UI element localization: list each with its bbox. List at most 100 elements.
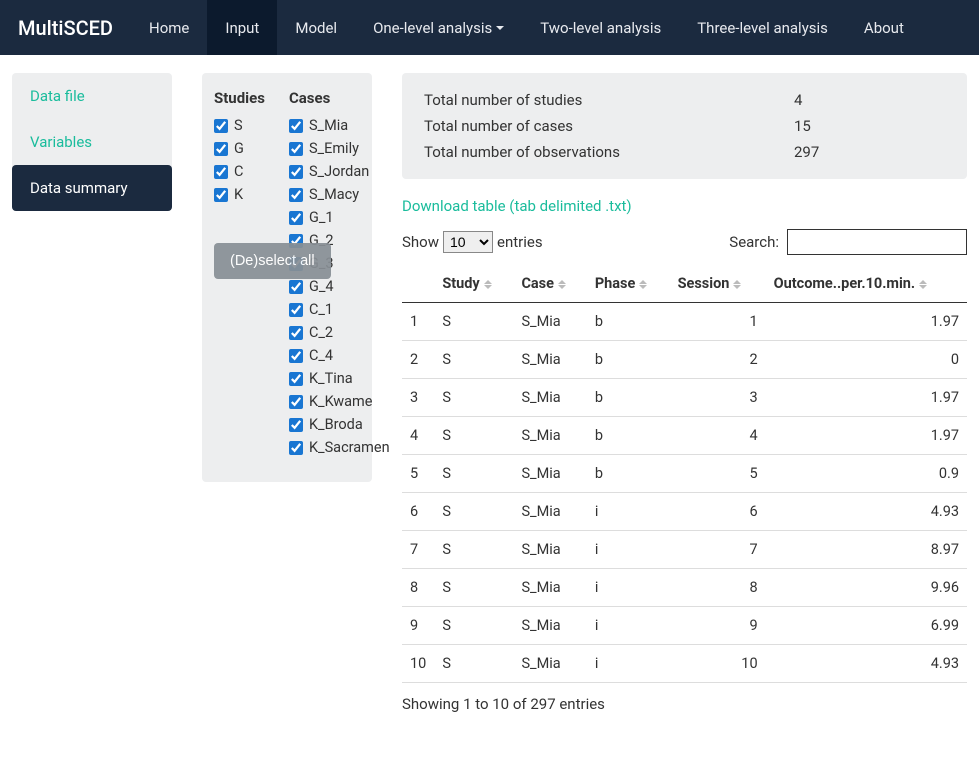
table-controls: Show 102550100 entries Search: <box>402 229 967 255</box>
case-checkbox-K_Tina[interactable]: K_Tina <box>289 370 390 387</box>
caret-icon <box>496 26 504 30</box>
study-label: K <box>234 186 243 203</box>
case-checkbox-input-K_Tina[interactable] <box>289 372 303 386</box>
nav-item-one-level-analysis[interactable]: One-level analysis <box>355 0 522 55</box>
brand: MultiSCED <box>0 0 131 55</box>
cell: i <box>587 493 670 531</box>
summary-value: 297 <box>794 143 819 161</box>
case-checkbox-C_2[interactable]: C_2 <box>289 324 390 341</box>
table-row: 5SS_Miab50.9 <box>402 455 967 493</box>
cell: 8 <box>402 569 434 607</box>
search-label: Search: <box>729 233 779 251</box>
cell: S_Mia <box>513 607 586 645</box>
column-header-study[interactable]: Study <box>434 265 513 303</box>
cell: 4.93 <box>766 493 967 531</box>
column-header-case[interactable]: Case <box>513 265 586 303</box>
case-checkbox-input-K_Kwame[interactable] <box>289 395 303 409</box>
case-checkbox-input-S_Emily[interactable] <box>289 142 303 156</box>
study-checkbox-input-K[interactable] <box>214 188 228 202</box>
sidebar-tab-data-file[interactable]: Data file <box>12 73 172 119</box>
navbar: MultiSCED HomeInputModelOne-level analys… <box>0 0 979 55</box>
cell: 10 <box>402 645 434 683</box>
study-checkbox-K[interactable]: K <box>214 186 265 203</box>
cell: S_Mia <box>513 493 586 531</box>
cell: 9.96 <box>766 569 967 607</box>
study-checkbox-C[interactable]: C <box>214 163 265 180</box>
cell: i <box>587 607 670 645</box>
nav-item-input[interactable]: Input <box>207 0 277 55</box>
case-checkbox-input-S_Jordan[interactable] <box>289 165 303 179</box>
cell: S <box>434 607 513 645</box>
cell: S <box>434 569 513 607</box>
case-checkbox-input-K_Broda[interactable] <box>289 418 303 432</box>
cell: 2 <box>670 341 766 379</box>
sidebar-tab-variables[interactable]: Variables <box>12 119 172 165</box>
search-input[interactable] <box>787 229 967 255</box>
cell: 4.93 <box>766 645 967 683</box>
cell: 6 <box>670 493 766 531</box>
study-checkbox-G[interactable]: G <box>214 140 265 157</box>
column-header-outcome-per-10-min-[interactable]: Outcome..per.10.min. <box>766 265 967 303</box>
case-checkbox-S_Emily[interactable]: S_Emily <box>289 140 390 157</box>
cell: 4 <box>670 417 766 455</box>
case-checkbox-input-S_Mia[interactable] <box>289 119 303 133</box>
case-checkbox-G_4[interactable]: G_4 <box>289 278 390 295</box>
nav-item-two-level-analysis[interactable]: Two-level analysis <box>522 0 679 55</box>
case-checkbox-K_Sacramen[interactable]: K_Sacramen <box>289 439 390 456</box>
sort-icon <box>639 280 649 289</box>
case-checkbox-input-K_Sacramen[interactable] <box>289 441 303 455</box>
entries-select[interactable]: 102550100 <box>443 231 493 253</box>
sort-icon <box>558 280 568 289</box>
cell: 8.97 <box>766 531 967 569</box>
case-label: K_Kwame <box>309 393 372 410</box>
cell: 1.97 <box>766 379 967 417</box>
column-header-session[interactable]: Session <box>670 265 766 303</box>
deselect-all-button[interactable]: (De)select all <box>214 243 331 279</box>
cell: S_Mia <box>513 341 586 379</box>
case-checkbox-C_4[interactable]: C_4 <box>289 347 390 364</box>
cell: S <box>434 493 513 531</box>
cell: b <box>587 341 670 379</box>
case-checkbox-input-G_1[interactable] <box>289 211 303 225</box>
case-checkbox-input-G_4[interactable] <box>289 280 303 294</box>
cell: S <box>434 455 513 493</box>
nav-item-home[interactable]: Home <box>131 0 207 55</box>
cell: S <box>434 303 513 341</box>
cell: S_Mia <box>513 303 586 341</box>
case-checkbox-S_Mia[interactable]: S_Mia <box>289 117 390 134</box>
case-checkbox-K_Kwame[interactable]: K_Kwame <box>289 393 390 410</box>
case-checkbox-S_Jordan[interactable]: S_Jordan <box>289 163 390 180</box>
cell: S_Mia <box>513 379 586 417</box>
cell: S <box>434 645 513 683</box>
sidebar-tab-data-summary[interactable]: Data summary <box>12 165 172 211</box>
cell: i <box>587 645 670 683</box>
case-label: S_Jordan <box>309 163 369 180</box>
summary-box: Total number of studies4Total number of … <box>402 73 967 179</box>
case-checkbox-input-C_4[interactable] <box>289 349 303 363</box>
nav-item-model[interactable]: Model <box>277 0 355 55</box>
case-checkbox-C_1[interactable]: C_1 <box>289 301 390 318</box>
study-checkbox-input-S[interactable] <box>214 119 228 133</box>
cell: b <box>587 303 670 341</box>
study-checkbox-input-G[interactable] <box>214 142 228 156</box>
cell: 5 <box>670 455 766 493</box>
case-checkbox-K_Broda[interactable]: K_Broda <box>289 416 390 433</box>
nav-item-about[interactable]: About <box>846 0 922 55</box>
cell: 1 <box>670 303 766 341</box>
study-checkbox-input-C[interactable] <box>214 165 228 179</box>
download-link[interactable]: Download table (tab delimited .txt) <box>402 197 632 215</box>
case-checkbox-input-C_1[interactable] <box>289 303 303 317</box>
column-header-phase[interactable]: Phase <box>587 265 670 303</box>
nav-item-three-level-analysis[interactable]: Three-level analysis <box>679 0 846 55</box>
study-label: S <box>234 117 243 134</box>
cell: 1.97 <box>766 417 967 455</box>
cell: 1.97 <box>766 303 967 341</box>
study-checkbox-S[interactable]: S <box>214 117 265 134</box>
case-checkbox-S_Macy[interactable]: S_Macy <box>289 186 390 203</box>
case-checkbox-input-C_2[interactable] <box>289 326 303 340</box>
summary-label: Total number of studies <box>424 91 794 109</box>
case-checkbox-input-S_Macy[interactable] <box>289 188 303 202</box>
case-checkbox-G_1[interactable]: G_1 <box>289 209 390 226</box>
cell: 0.9 <box>766 455 967 493</box>
data-table: StudyCasePhaseSessionOutcome..per.10.min… <box>402 265 967 683</box>
